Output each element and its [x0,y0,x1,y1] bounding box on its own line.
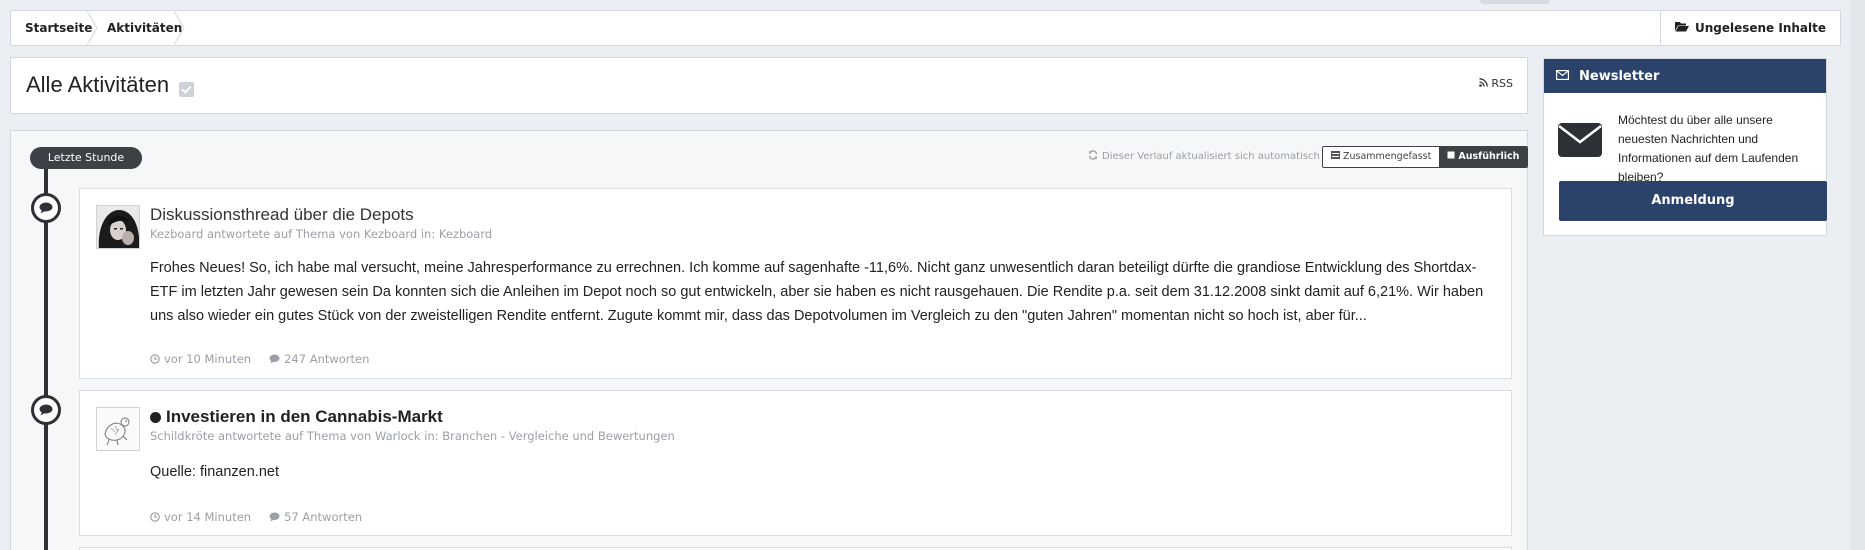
item-footer: vor 10 Minuten 247 Antworten [150,352,369,366]
item-title: Investieren in den Cannabis-Markt [166,407,443,426]
unread-content-link[interactable]: Ungelesene Inhalte [1659,11,1840,45]
auto-update-text: Dieser Verlauf aktualisiert sich automat… [1102,151,1320,162]
comment-bubble-icon [31,395,61,425]
envelope-icon [1556,69,1570,84]
newsletter-widget: Newsletter Möchtest du über alle unsere … [1543,58,1827,236]
breadcrumb: Startseite Aktivitäten Ungelesene Inhalt… [10,10,1841,46]
unread-content-label: Ungelesene Inhalte [1694,21,1826,35]
breadcrumb-activities[interactable]: Aktivitäten [107,11,182,45]
view-condensed-label: Zusammengefasst [1343,151,1432,162]
folder-open-icon [1674,11,1689,45]
breadcrumb-separator [86,11,98,45]
list-icon [1331,147,1340,167]
item-excerpt: Frohes Neues! So, ich habe mal versucht,… [150,260,1484,324]
rss-label: RSS [1491,77,1513,90]
view-toggle: Zusammengefasst Ausführlich [1322,146,1529,168]
view-condensed-button[interactable]: Zusammengefasst [1323,147,1440,167]
view-expanded-button[interactable]: Ausführlich [1439,147,1528,167]
item-title[interactable]: Diskussionsthread über die Depots [150,205,414,225]
item-time[interactable]: vor 14 Minuten [164,510,251,524]
auto-update-notice: Dieser Verlauf aktualisiert sich automat… [1088,150,1320,163]
page-header: Alle Aktivitäten RSS [10,57,1528,114]
newsletter-signup-button[interactable]: Anmeldung [1559,181,1827,221]
item-replies[interactable]: 57 Antworten [284,510,362,524]
view-expanded-label: Ausführlich [1458,151,1520,162]
newsletter-text: Möchtest du über alle unsere neuesten Na… [1618,113,1799,184]
activity-stream: Letzte Stunde Dieser Verlauf aktualisier… [10,130,1529,550]
breadcrumb-separator [173,11,185,45]
item-footer: vor 14 Minuten 57 Antworten [150,510,362,524]
top-strip [1480,0,1550,4]
rss-link[interactable]: RSS [1479,77,1513,90]
item-title-link[interactable]: Investieren in den Cannabis-Markt [150,407,443,427]
breadcrumb-home[interactable]: Startseite [25,11,92,45]
newsletter-header: Newsletter [1544,59,1826,93]
avatar[interactable] [96,407,140,451]
envelope-large-icon [1558,123,1602,161]
item-meta: Kezboard antwortete auf Thema von Kezboa… [150,227,493,241]
item-replies[interactable]: 247 Antworten [284,352,369,366]
page-title: Alle Aktivitäten [26,72,170,97]
clock-icon [150,354,160,364]
rss-icon [1479,77,1489,90]
item-excerpt: Quelle: finanzen.net [150,464,279,480]
unread-dot-icon [150,411,161,423]
item-time[interactable]: vor 10 Minuten [164,352,251,366]
period-label: Letzte Stunde [30,147,142,169]
refresh-icon [1088,150,1098,163]
item-meta: Schildkröte antwortete auf Thema von War… [150,429,675,443]
timeline-line [44,169,48,550]
check-icon[interactable] [179,82,194,97]
comment-icon [269,512,280,522]
clock-icon [150,512,160,522]
square-icon [1447,147,1455,167]
comment-bubble-icon [31,193,61,223]
comment-icon [269,354,280,364]
activity-item: Investieren in den Cannabis-Markt Schild… [79,390,1512,536]
newsletter-title: Newsletter [1579,68,1660,84]
page-scrollbar[interactable] [1851,0,1865,550]
activity-item: Diskussionsthread über die Depots Kezboa… [79,188,1512,379]
avatar[interactable] [96,205,140,249]
